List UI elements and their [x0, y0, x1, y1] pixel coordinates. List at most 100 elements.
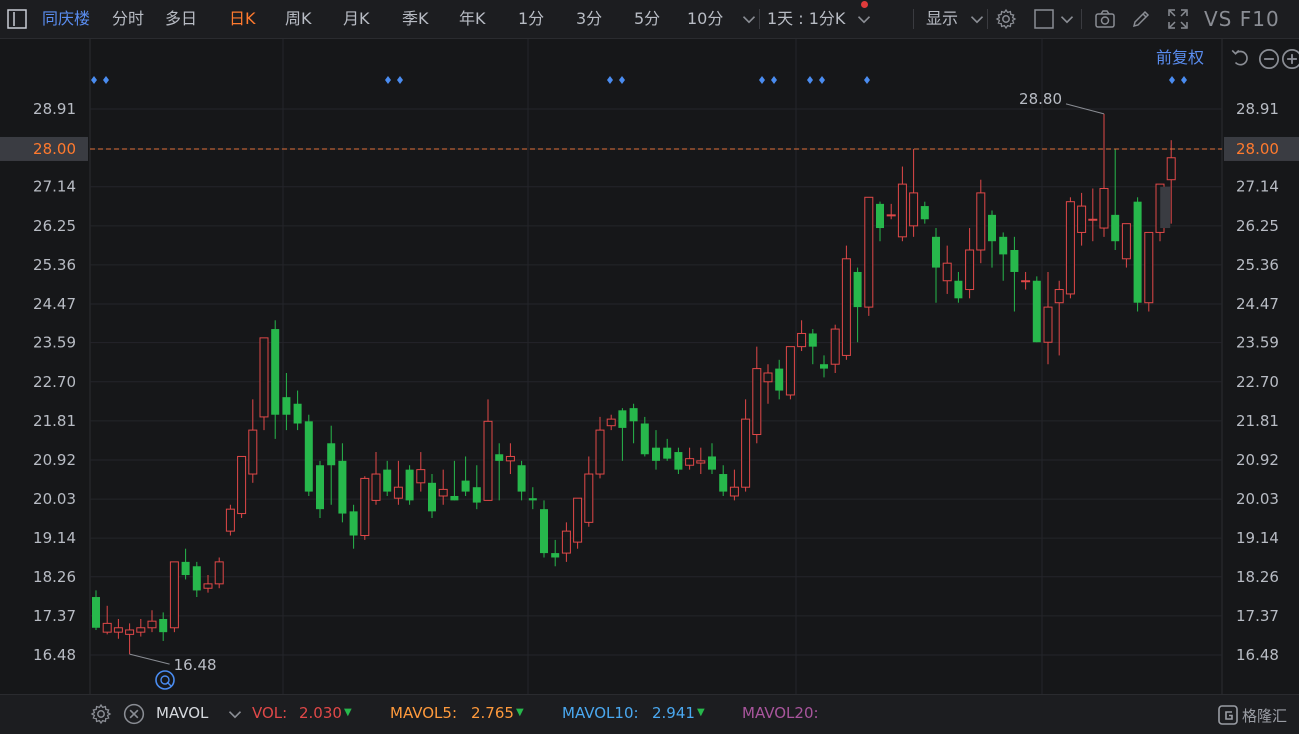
event-marker-icon	[397, 76, 403, 84]
candle-body-down	[1010, 250, 1019, 272]
y-tick-label-left: 19.14	[33, 529, 76, 547]
stock-name[interactable]: 同庆楼	[42, 0, 90, 38]
sidebar-toggle-icon[interactable]	[6, 8, 28, 30]
low-price-label: 16.48	[174, 656, 217, 674]
period-tab-10[interactable]: 10分	[687, 0, 723, 38]
candle-body-up	[942, 262, 952, 282]
event-marker-icon	[819, 76, 825, 84]
candle-body-down	[271, 329, 280, 415]
vol-value: 2.030	[299, 704, 342, 722]
mavol10-label: MAVOL10:	[562, 704, 639, 722]
period-tab-1[interactable]: 多日	[165, 0, 197, 38]
kline-chart[interactable]: 28.91 28.91 28.00 28.00 27.14 27.14 26.25 26.25…	[0, 39, 1299, 694]
y-tick-label-right: 24.47	[1236, 295, 1279, 313]
period-tab-2[interactable]: 日K	[229, 0, 256, 38]
candle-body-up	[1077, 205, 1087, 233]
undo-icon[interactable]	[1230, 46, 1250, 66]
candle-body-up	[259, 337, 269, 418]
candle-body-down	[405, 469, 414, 501]
close-indicator-icon[interactable]	[123, 703, 145, 725]
event-marker-icon	[864, 76, 870, 84]
period-tab-4[interactable]: 月K	[343, 0, 370, 38]
y-tick-label-right: 21.81	[1236, 412, 1279, 430]
y-tick-label-left: 22.70	[33, 373, 76, 391]
indicator-settings-gear-icon[interactable]	[90, 703, 112, 725]
candle-body-down	[674, 452, 683, 470]
candle-body-down	[1111, 214, 1120, 242]
chevron-down-icon[interactable]	[966, 9, 984, 29]
candle-body-up	[573, 497, 583, 543]
candle-body-down	[652, 447, 660, 461]
stock-kline-window: 同庆楼 分时 多日 日K 周K 月K 季K 年K 1分 3分 5分 10分 1天 : 1分K 显示	[0, 0, 1299, 734]
period-tab-3[interactable]: 周K	[285, 0, 312, 38]
candle-body-up	[1166, 157, 1176, 181]
candle-body-down	[663, 447, 672, 459]
price-gap-box	[1160, 186, 1171, 229]
q-search-icon	[155, 670, 175, 690]
candle-body-down	[428, 482, 436, 512]
candle-body-up	[595, 429, 605, 475]
candle-body-up	[561, 530, 571, 554]
candle-body-up	[785, 346, 795, 396]
candle-body-up	[909, 192, 919, 227]
candle-body-up	[1065, 201, 1075, 295]
candle-body-up	[102, 622, 112, 633]
period-tab-7[interactable]: 1分	[518, 0, 544, 38]
settings-gear-icon[interactable]	[995, 8, 1017, 30]
candle-body-down	[920, 206, 929, 220]
y-tick-label-left: 26.25	[33, 217, 76, 235]
y-tick-label-right: 25.36	[1236, 256, 1279, 274]
indicator-name[interactable]: MAVOL	[156, 695, 208, 733]
chevron-down-icon[interactable]	[224, 704, 242, 724]
y-tick-label-right: 20.92	[1236, 451, 1279, 469]
down-arrow-icon: ▼	[344, 707, 352, 718]
chevron-down-icon[interactable]	[853, 9, 871, 29]
candle-body-down	[1133, 201, 1142, 303]
candle-body-up	[1144, 231, 1154, 304]
period-tab-6[interactable]: 年K	[459, 0, 486, 38]
display-dropdown[interactable]: 显示	[926, 0, 958, 38]
candle-body-up	[696, 460, 706, 464]
layout-square-icon[interactable]	[1033, 8, 1055, 30]
y-tick-label-right: 26.25	[1236, 217, 1279, 235]
camera-icon[interactable]	[1094, 8, 1116, 30]
interval-combo[interactable]: 1天 : 1分K	[767, 0, 845, 38]
price-adjust-button[interactable]: 前复权	[1156, 44, 1204, 68]
candle-body-down	[988, 214, 996, 242]
candle-body-up	[371, 473, 381, 501]
period-tab-9[interactable]: 5分	[634, 0, 660, 38]
candle-body-up	[1088, 218, 1098, 221]
candle-body-down	[293, 403, 302, 424]
candle-body-up	[886, 214, 896, 217]
watermark-text: 格隆汇	[1242, 707, 1287, 725]
period-tab-5[interactable]: 季K	[402, 0, 429, 38]
zoom-out-icon[interactable]	[1258, 48, 1280, 70]
candle-body-down	[528, 498, 537, 501]
candle-body-down	[327, 443, 336, 466]
fullscreen-icon[interactable]	[1167, 8, 1189, 30]
f10-button[interactable]: VS F10	[1204, 0, 1280, 38]
y-tick-label-right: 19.14	[1236, 529, 1279, 547]
period-tab-8[interactable]: 3分	[576, 0, 602, 38]
candle-body-up	[113, 627, 123, 633]
candle-body-down	[159, 618, 168, 633]
y-tick-label-left: 21.81	[33, 412, 76, 430]
high-price-label: 28.80	[1019, 90, 1062, 108]
event-marker-icon	[607, 76, 613, 84]
chevron-down-icon[interactable]	[738, 9, 756, 29]
candle-body-up	[248, 429, 258, 475]
down-arrow-icon: ▼	[516, 707, 524, 718]
zoom-in-icon[interactable]	[1281, 48, 1299, 70]
period-tab-0[interactable]: 分时	[112, 0, 144, 38]
candle-body-up	[797, 332, 807, 348]
pencil-draw-icon[interactable]	[1130, 8, 1152, 30]
candle-body-down	[954, 280, 963, 299]
candle-body-down	[808, 333, 817, 347]
candle-body-down	[383, 469, 392, 492]
candle-body-up	[841, 258, 851, 356]
candle-body-down	[450, 495, 459, 501]
candle-body-down	[618, 410, 627, 428]
event-marker-icon	[759, 76, 765, 84]
chevron-down-icon[interactable]	[1056, 9, 1074, 29]
y-tick-label-left: 20.92	[33, 451, 76, 469]
